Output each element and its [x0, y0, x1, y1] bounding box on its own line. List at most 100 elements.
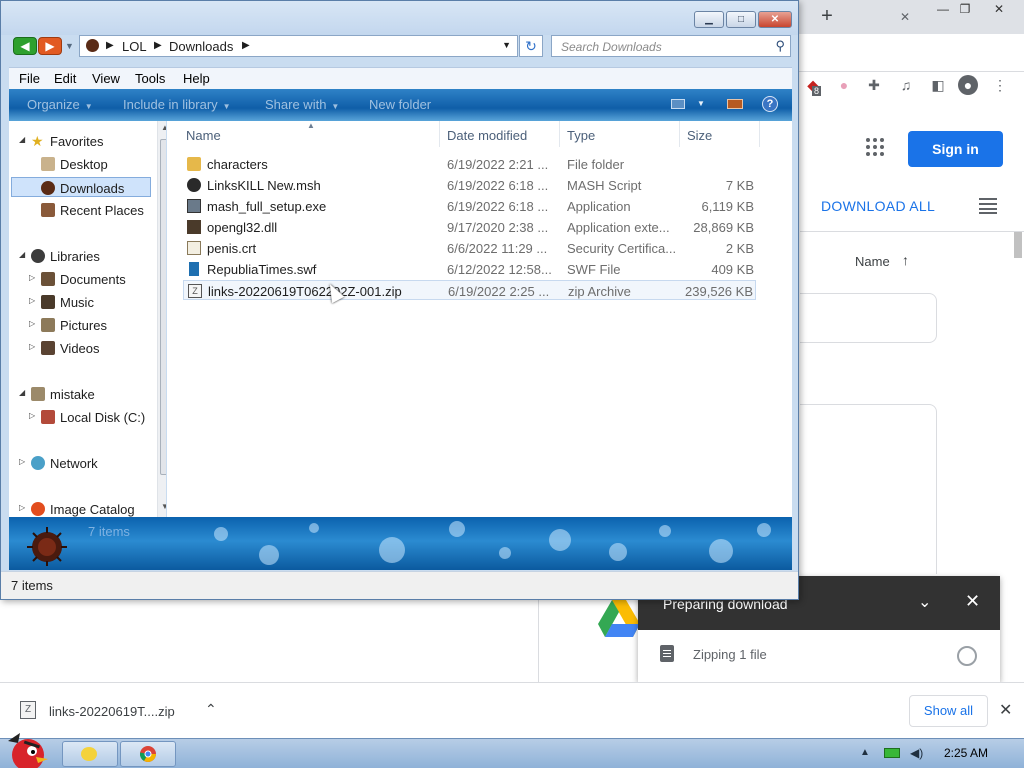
side-panel-icon[interactable]: ◧: [928, 75, 948, 95]
menu-tools[interactable]: Tools: [135, 71, 165, 86]
include-in-library-button[interactable]: Include in library ▼: [123, 97, 231, 112]
download-item-name[interactable]: links-20220619T....zip: [49, 704, 175, 719]
file-row[interactable]: RepubliaTimes.swf 6/12/2022 12:58... SWF…: [183, 259, 756, 279]
menu-view[interactable]: View: [92, 71, 120, 86]
column-separator[interactable]: [439, 121, 440, 147]
page-scrollbar[interactable]: [1014, 232, 1022, 258]
column-size[interactable]: Size: [687, 128, 712, 143]
column-type[interactable]: Type: [567, 128, 595, 143]
navigation-scrollbar[interactable]: ▲ ▼: [157, 121, 166, 517]
sign-in-button[interactable]: Sign in: [908, 131, 1003, 167]
scroll-down-arrow-icon[interactable]: ▼: [161, 502, 166, 511]
list-view-icon[interactable]: [979, 198, 997, 214]
show-hidden-icons-icon[interactable]: ▲: [860, 747, 870, 758]
column-separator[interactable]: [759, 121, 760, 147]
close-icon[interactable]: ✕: [999, 700, 1012, 720]
breadcrumb-lol[interactable]: LOL: [122, 39, 147, 54]
nav-documents[interactable]: ▷ Documents: [9, 269, 149, 289]
nav-mistake[interactable]: ◢ mistake: [9, 384, 149, 404]
file-row[interactable]: LinksKILL New.msh 6/19/2022 6:18 ... MAS…: [183, 175, 756, 195]
expanded-triangle-icon[interactable]: ◢: [19, 388, 25, 397]
show-all-button[interactable]: Show all: [909, 695, 988, 727]
collapse-chevron-icon[interactable]: ⌄: [918, 592, 931, 612]
nav-libraries[interactable]: ◢ Libraries: [9, 246, 149, 266]
file-card[interactable]: [800, 404, 937, 574]
tab-close-icon[interactable]: ✕: [896, 8, 914, 26]
menu-help[interactable]: Help: [183, 71, 210, 86]
close-button[interactable]: ✕: [758, 11, 792, 28]
nav-videos[interactable]: ▷ Videos: [9, 338, 149, 358]
nav-network[interactable]: ▷ Network: [9, 453, 149, 473]
nav-local-disk[interactable]: ▷ Local Disk (C:): [9, 407, 149, 427]
share-with-button[interactable]: Share with ▼: [265, 97, 339, 112]
clock[interactable]: 2:25 AM: [944, 746, 988, 760]
chrome-restore-button[interactable]: ❐: [950, 1, 980, 17]
sort-arrow-icon[interactable]: ↑: [902, 252, 909, 268]
collapsed-triangle-icon[interactable]: ▷: [29, 273, 35, 282]
file-row[interactable]: opengl32.dll 9/17/2020 2:38 ... Applicat…: [183, 217, 756, 237]
chrome-menu-icon[interactable]: ⋮: [990, 75, 1010, 95]
battery-icon[interactable]: [884, 748, 900, 758]
address-bar[interactable]: ▶ LOL ▶ Downloads ▶ ▼: [79, 35, 518, 57]
back-arrow-icon[interactable]: ◀: [13, 37, 37, 55]
media-control-icon[interactable]: ♫: [896, 75, 916, 95]
collapsed-triangle-icon[interactable]: ▷: [29, 411, 35, 420]
address-dropdown-icon[interactable]: ▼: [502, 40, 511, 50]
taskbar-explorer-button[interactable]: [62, 741, 118, 767]
speaker-icon[interactable]: ◀): [910, 746, 923, 760]
file-row[interactable]: penis.crt 6/6/2022 11:29 ... Security Ce…: [183, 238, 756, 258]
forward-arrow-icon[interactable]: ▶: [38, 37, 62, 55]
organize-button[interactable]: Organize ▼: [27, 97, 93, 112]
scroll-up-arrow-icon[interactable]: ▲: [161, 123, 166, 132]
flag-extension-icon[interactable]: ●: [834, 75, 854, 95]
new-folder-button[interactable]: New folder: [369, 97, 431, 112]
column-separator[interactable]: [559, 121, 560, 147]
taskbar-chrome-button[interactable]: [120, 741, 176, 767]
file-row[interactable]: Z links-20220619T062202Z-001.zip 6/19/20…: [183, 280, 756, 300]
view-dropdown-icon[interactable]: ▼: [697, 99, 705, 108]
help-icon[interactable]: ?: [762, 96, 778, 112]
column-date-modified[interactable]: Date modified: [447, 128, 527, 143]
angry-bird-start-icon[interactable]: [2, 731, 52, 768]
refresh-icon[interactable]: ↻: [519, 35, 543, 57]
column-name[interactable]: Name: [186, 128, 221, 143]
search-icon[interactable]: ⚲: [775, 38, 785, 54]
collapsed-triangle-icon[interactable]: ▷: [19, 457, 25, 466]
breadcrumb-separator-icon[interactable]: ▶: [154, 40, 162, 51]
breadcrumb-separator-icon[interactable]: ▶: [242, 40, 250, 51]
breadcrumb-downloads[interactable]: Downloads: [169, 39, 233, 54]
nav-recent-places[interactable]: Recent Places: [9, 200, 149, 220]
chrome-close-button[interactable]: ✕: [984, 1, 1014, 17]
file-row[interactable]: mash_full_setup.exe 6/19/2022 6:18 ... A…: [183, 196, 756, 216]
scrollbar-thumb[interactable]: [160, 139, 166, 475]
download-all-button[interactable]: DOWNLOAD ALL: [821, 198, 935, 214]
collapsed-triangle-icon[interactable]: ▷: [29, 342, 35, 351]
maximize-button[interactable]: □: [726, 11, 756, 28]
puzzle-extensions-icon[interactable]: ✚: [864, 75, 884, 95]
file-row[interactable]: characters 6/19/2022 2:21 ... File folde…: [183, 154, 756, 174]
collapsed-triangle-icon[interactable]: ▷: [29, 296, 35, 305]
google-apps-icon[interactable]: [866, 138, 886, 158]
expanded-triangle-icon[interactable]: ◢: [19, 135, 25, 144]
collapsed-triangle-icon[interactable]: ▷: [19, 503, 25, 512]
recent-pages-dropdown-icon[interactable]: ▼: [65, 41, 74, 51]
nav-desktop[interactable]: Desktop: [9, 154, 149, 174]
menu-file[interactable]: File: [19, 71, 40, 86]
expanded-triangle-icon[interactable]: ◢: [19, 250, 25, 259]
nav-music[interactable]: ▷ Music: [9, 292, 149, 312]
search-input[interactable]: Search Downloads ⚲: [551, 35, 791, 57]
nav-pictures[interactable]: ▷ Pictures: [9, 315, 149, 335]
nav-favorites[interactable]: ◢ ★ Favorites: [9, 131, 149, 151]
collapsed-triangle-icon[interactable]: ▷: [29, 319, 35, 328]
menu-edit[interactable]: Edit: [54, 71, 76, 86]
nav-image-catalog[interactable]: ▷ Image Catalog: [9, 499, 149, 517]
column-separator[interactable]: [679, 121, 680, 147]
change-view-icon[interactable]: [671, 99, 685, 109]
explorer-title-bar[interactable]: ▁ □ ✕: [1, 1, 798, 35]
close-icon[interactable]: ✕: [965, 591, 980, 612]
file-card[interactable]: [800, 293, 937, 343]
minimize-button[interactable]: ▁: [694, 11, 724, 28]
preview-pane-icon[interactable]: [727, 99, 743, 109]
chevron-up-icon[interactable]: ⌃: [205, 701, 217, 718]
breadcrumb-separator-icon[interactable]: ▶: [106, 40, 114, 51]
